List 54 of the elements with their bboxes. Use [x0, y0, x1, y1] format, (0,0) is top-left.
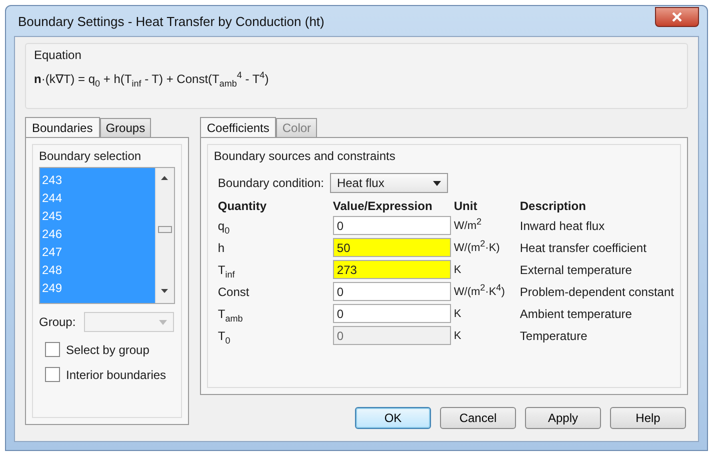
close-button[interactable]	[655, 7, 699, 27]
condition-dropdown[interactable]: Heat flux	[330, 173, 448, 193]
tab[interactable]: Groups	[100, 118, 152, 137]
tab[interactable]: Coefficients	[200, 117, 276, 138]
unit-label: K	[454, 330, 462, 342]
checkbox-label: Select by group	[66, 342, 150, 356]
condition-label: Boundary condition:	[218, 176, 324, 190]
close-icon	[672, 12, 682, 22]
unit-label: K	[454, 308, 462, 320]
checkbox[interactable]	[45, 367, 60, 382]
description-label: Ambient temperature	[520, 306, 633, 320]
dialog-button[interactable]: Apply	[525, 407, 601, 429]
window-title: Boundary Settings - Heat Transfer by Conduction (ht)	[17, 14, 324, 28]
description-label: Problem-dependent constant	[520, 284, 674, 298]
value-field[interactable]: 0	[332, 282, 451, 301]
quantity-label: T$_{inf}$	[218, 262, 236, 276]
quantity-label: T$_{0}$	[218, 328, 232, 342]
description-label: Inward heat flux	[520, 218, 606, 232]
value-field[interactable]: 0	[332, 304, 451, 323]
description-label: External temperature	[520, 262, 633, 276]
unit-label: W/(m$^{2}$·K$^{4}$)	[454, 286, 506, 298]
scroll-thumb[interactable]	[158, 226, 172, 233]
caret-icon	[158, 320, 167, 324]
group-label: Group:	[39, 315, 76, 329]
group-label: Boundary selection	[39, 149, 142, 163]
column-header: Unit	[454, 199, 478, 213]
quantity-label: h	[218, 240, 226, 254]
group-label: Equation	[34, 48, 82, 62]
equation-text: n·(k∇T) = q$_{0}$ + h(T$_{inf}$ - T) + Const(T$_{amb}$$^{4}$ - T$^{4}$)	[34, 72, 270, 86]
description-label: Temperature	[520, 328, 588, 342]
dialog-button[interactable]: OK	[355, 407, 431, 429]
column-header: Value/Expression	[332, 199, 434, 213]
group-label: Boundary sources and constraints	[214, 149, 396, 163]
dialog-button[interactable]: Help	[610, 407, 686, 429]
unit-label: K	[454, 264, 462, 276]
tab[interactable]: Boundaries	[25, 117, 100, 138]
quantity-label: T$_{amb}$	[218, 306, 244, 320]
dialog-button[interactable]: Cancel	[440, 407, 516, 429]
checkbox[interactable]	[45, 342, 60, 357]
scroll-down-icon	[160, 289, 168, 293]
scroll-up-icon	[160, 176, 168, 180]
description-label: Heat transfer coefficient	[520, 240, 648, 254]
value-field[interactable]: 273	[332, 260, 451, 279]
column-header: Quantity	[218, 199, 268, 213]
unit-label: W/m$^{2}$	[454, 220, 483, 232]
caret-icon	[432, 180, 441, 186]
value-field[interactable]: 50	[332, 238, 451, 257]
scrollbar[interactable]	[154, 168, 174, 303]
unit-label: W/(m$^{2}$·K)	[454, 242, 501, 254]
checkbox-label: Interior boundaries	[66, 368, 166, 382]
quantity-label: q$_{0}$	[218, 218, 231, 232]
column-header: Description	[520, 199, 587, 213]
quantity-label: Const	[218, 284, 250, 298]
value-field[interactable]: 0	[332, 216, 451, 235]
